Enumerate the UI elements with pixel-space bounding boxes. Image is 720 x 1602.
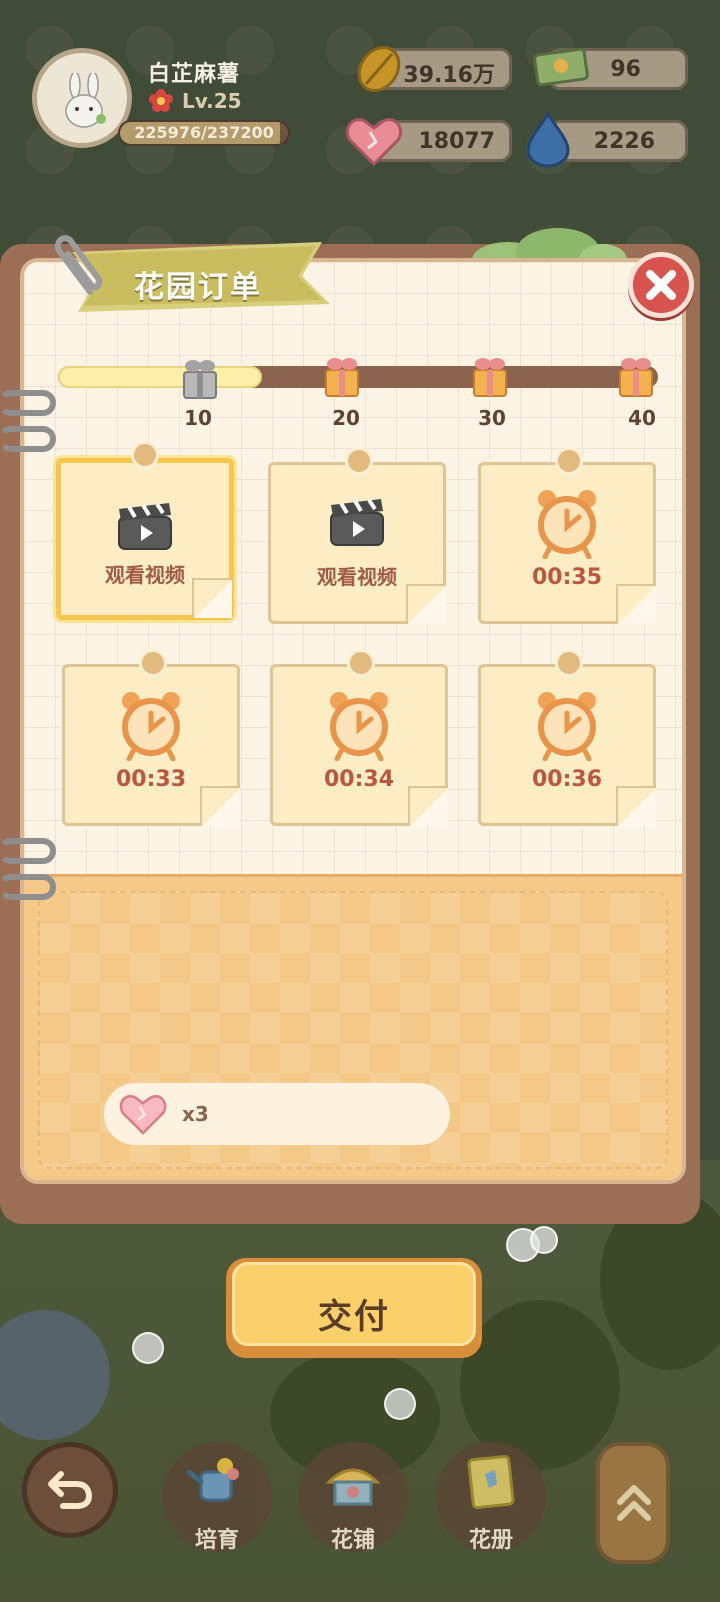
leaf-value: 39.16万 [403, 63, 495, 88]
exp-text: 225976/237200 [134, 123, 274, 142]
milestone-label: 30 [478, 406, 506, 430]
binder-ring [0, 390, 56, 416]
heart-value: 18077 [418, 129, 495, 154]
order-card[interactable]: 00:33 [62, 649, 240, 826]
gift-box-icon[interactable] [616, 354, 656, 398]
video-clapper-icon [330, 498, 384, 546]
level-display: Lv.25 [148, 88, 242, 114]
flower-shop-icon [325, 1468, 381, 1506]
expand-up-button[interactable] [596, 1442, 670, 1564]
nav-cultivate[interactable]: 培育 [162, 1442, 272, 1553]
close-icon [646, 270, 676, 300]
milestone-label: 10 [184, 406, 212, 430]
order-card[interactable]: 00:36 [478, 649, 656, 826]
red-flower-icon [149, 89, 173, 112]
binder-ring [0, 838, 56, 864]
alarm-clock-icon [122, 692, 180, 761]
watering-can-icon [187, 1458, 239, 1502]
binder-ring [0, 874, 56, 900]
nav-flower-album[interactable]: 花册 [436, 1442, 546, 1553]
leaf-icon [357, 46, 401, 92]
player-name: 白芷麻薯 [148, 62, 241, 87]
ticket-value: 96 [610, 57, 641, 82]
back-arrow-icon [48, 1471, 93, 1509]
order-detail-panel: x3 [24, 874, 682, 1180]
nav-label: 花铺 [330, 1528, 375, 1553]
back-button[interactable] [22, 1442, 118, 1538]
gift-box-icon-claimed[interactable] [180, 356, 220, 400]
exp-bar: 225976/237200 [118, 120, 290, 146]
order-card[interactable]: 00:35 [478, 447, 656, 624]
player-avatar[interactable] [32, 48, 132, 148]
nav-label: 花册 [468, 1528, 513, 1553]
nav-label: 培育 [194, 1528, 239, 1553]
level-text: Lv.25 [182, 89, 242, 113]
milestone-label: 20 [332, 406, 360, 430]
ticket-icon [533, 47, 589, 87]
order-card[interactable]: 观看视频 [56, 441, 234, 620]
chevron-up-icon [617, 1485, 651, 1521]
bubble-decoration [530, 1226, 558, 1254]
close-button[interactable] [628, 252, 694, 318]
alarm-clock-icon [538, 692, 596, 761]
deliver-button[interactable]: 交付 [226, 1258, 482, 1358]
order-card[interactable]: 观看视频 [268, 447, 446, 624]
reward-pill: x3 [104, 1083, 450, 1145]
heart-gem-icon [345, 118, 403, 167]
milestone-label: 40 [628, 406, 656, 430]
water-drop-icon [526, 111, 570, 168]
paperclip-icon [54, 235, 103, 295]
order-progress-fill [58, 366, 262, 388]
bunny-avatar-icon [65, 73, 106, 128]
flower-album-icon [467, 1454, 515, 1510]
gift-box-icon[interactable] [322, 354, 362, 398]
panel-title: 花园订单 [134, 270, 262, 305]
water-value: 2226 [593, 129, 655, 154]
deliver-label: 交付 [318, 1297, 390, 1337]
alarm-clock-icon [330, 692, 388, 761]
reward-count: x3 [182, 1102, 209, 1126]
nav-flower-shop[interactable]: 花铺 [298, 1442, 408, 1553]
bubble-decoration [384, 1388, 416, 1420]
gift-box-icon[interactable] [470, 354, 510, 398]
heart-gem-icon [119, 1095, 167, 1135]
order-card[interactable]: 00:34 [270, 649, 448, 826]
video-clapper-icon [118, 502, 172, 550]
binder-ring [0, 426, 56, 452]
alarm-clock-icon [538, 490, 596, 559]
bubble-decoration [132, 1332, 164, 1364]
